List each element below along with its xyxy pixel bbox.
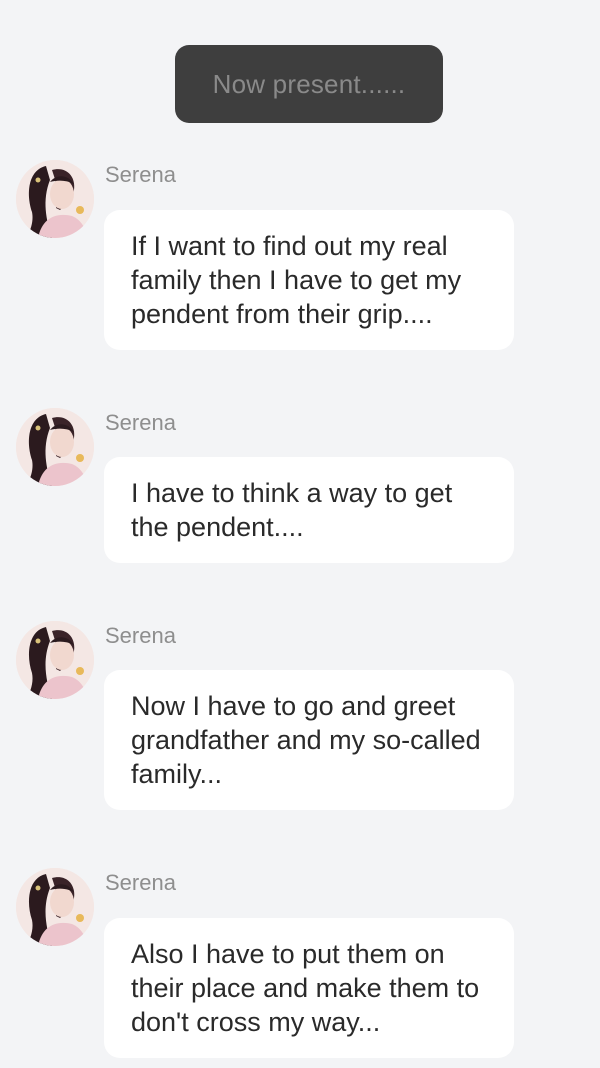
avatar[interactable] bbox=[16, 868, 94, 946]
narration-text: Now present...... bbox=[212, 68, 406, 99]
sender-name: Serena bbox=[105, 162, 176, 187]
portrait-icon bbox=[16, 160, 94, 238]
portrait-icon bbox=[16, 408, 94, 486]
portrait-icon bbox=[16, 621, 94, 699]
avatar[interactable] bbox=[16, 621, 94, 699]
message-bubble: Now I have to go and greet grandfather a… bbox=[104, 670, 514, 810]
portrait-icon bbox=[16, 868, 94, 946]
sender-name: Serena bbox=[105, 870, 176, 895]
message-bubble: If I want to find out my real family the… bbox=[104, 210, 514, 350]
sender-name: Serena bbox=[105, 410, 176, 435]
message-bubble: Also I have to put them on their place a… bbox=[104, 918, 514, 1058]
narration-banner: Now present...... bbox=[175, 45, 443, 123]
avatar[interactable] bbox=[16, 408, 94, 486]
chat-story-screen: Now present...... Serena If I want to fi… bbox=[0, 0, 600, 1068]
sender-name: Serena bbox=[105, 623, 176, 648]
avatar[interactable] bbox=[16, 160, 94, 238]
message-bubble: I have to think a way to get the pendent… bbox=[104, 457, 514, 563]
